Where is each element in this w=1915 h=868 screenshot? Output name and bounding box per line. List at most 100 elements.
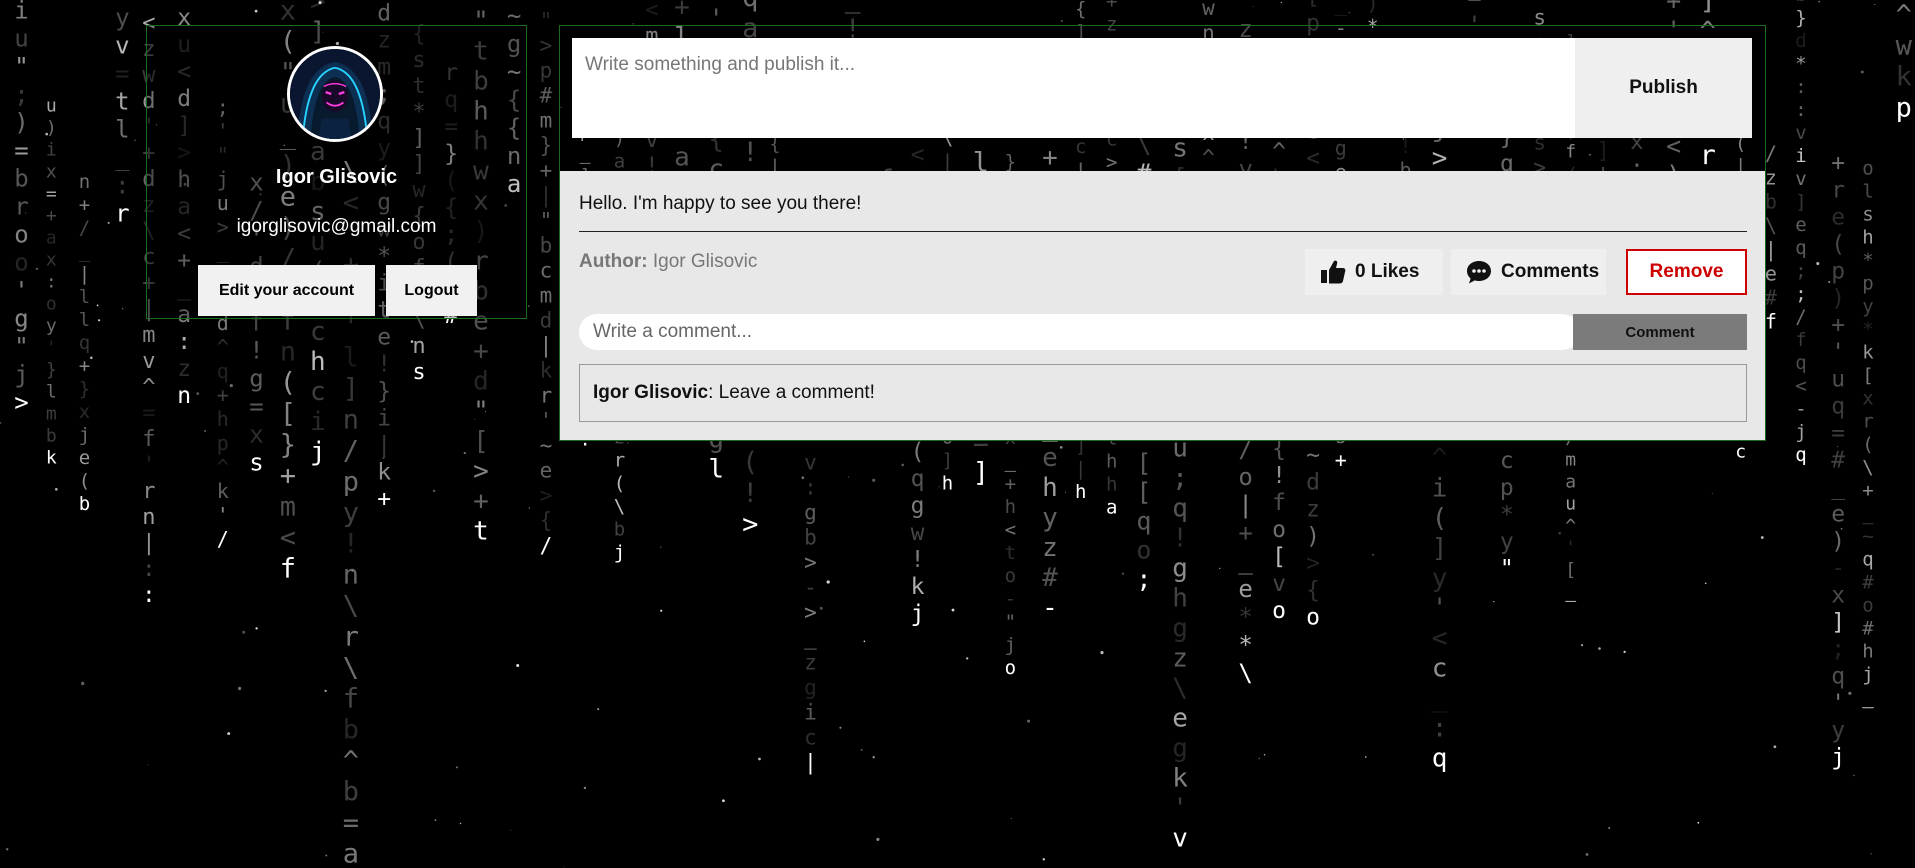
- matrix-glyph: h: [1172, 583, 1188, 613]
- matrix-glyph: v: [1795, 168, 1806, 190]
- star-dot: [254, 9, 258, 13]
- matrix-glyph: ]: [1831, 609, 1845, 635]
- matrix-glyph: ^: [1565, 515, 1576, 536]
- matrix-glyph: k: [46, 447, 57, 468]
- matrix-glyph: b: [804, 525, 817, 549]
- matrix-glyph: l: [46, 381, 57, 402]
- matrix-glyph: ": [473, 396, 489, 426]
- matrix-glyph: j: [1831, 744, 1845, 770]
- matrix-glyph: i: [310, 407, 326, 437]
- matrix-glyph: o: [1272, 517, 1286, 543]
- star-dot: [528, 507, 530, 509]
- matrix-glyph: =: [1467, 0, 1481, 11]
- matrix-glyph: b: [14, 165, 28, 193]
- star-dot: [1010, 818, 1012, 820]
- comment-text: Leave a comment!: [713, 382, 875, 403]
- matrix-glyph: (: [1862, 434, 1873, 456]
- matrix-glyph: <: [1432, 623, 1448, 653]
- star-dot: [227, 732, 231, 736]
- matrix-glyph: w: [1896, 31, 1913, 62]
- matrix-glyph: =: [343, 808, 359, 839]
- matrix-glyph: *: [1862, 250, 1873, 272]
- matrix-glyph: !: [911, 547, 925, 573]
- matrix-glyph: j: [1795, 421, 1806, 443]
- star-dot: [54, 487, 58, 491]
- star-dot: [1874, 3, 1876, 6]
- logout-button[interactable]: Logout: [386, 265, 477, 316]
- matrix-glyph: /: [540, 534, 553, 558]
- matrix-glyph: ): [46, 117, 57, 138]
- matrix-glyph: ]: [973, 458, 989, 489]
- matrix-glyph: n: [343, 405, 359, 436]
- matrix-glyph: k: [1862, 342, 1874, 364]
- matrix-glyph: #: [1765, 286, 1777, 310]
- matrix-glyph: p: [1862, 273, 1873, 295]
- matrix-glyph: +: [217, 383, 229, 407]
- matrix-glyph: [: [280, 398, 296, 429]
- matrix-glyph: ): [14, 109, 28, 137]
- matrix-glyph: (: [1831, 231, 1845, 257]
- hooded-neon-mask-avatar-icon: [290, 49, 380, 139]
- star-dot: [516, 663, 520, 668]
- profile-name: Igor Glisovic: [275, 166, 398, 188]
- matrix-glyph: ~: [1862, 526, 1873, 548]
- matrix-glyph: (: [742, 447, 758, 478]
- matrix-glyph: +: [1005, 473, 1016, 495]
- matrix-glyph: s: [1862, 204, 1873, 226]
- comments-button[interactable]: Comments: [1451, 249, 1606, 295]
- matrix-glyph: ): [1831, 528, 1845, 554]
- matrix-glyph: (: [911, 439, 925, 465]
- matrix-glyph: /: [217, 527, 229, 551]
- matrix-glyph: e: [1831, 204, 1845, 230]
- matrix-glyph: -: [1831, 555, 1845, 581]
- matrix-glyph: <: [645, 0, 658, 23]
- matrix-glyph: }: [1795, 7, 1806, 29]
- matrix-glyph: l: [79, 286, 90, 308]
- matrix-glyph: q: [1172, 493, 1188, 523]
- matrix-glyph: ;: [1795, 260, 1806, 282]
- matrix-glyph: [: [1862, 365, 1873, 387]
- matrix-glyph: }: [540, 134, 553, 158]
- matrix-glyph: >: [1306, 550, 1320, 576]
- matrix-glyph: r: [1831, 177, 1845, 203]
- matrix-glyph: v: [1795, 122, 1806, 144]
- matrix-glyph: u: [14, 25, 28, 53]
- matrix-glyph: x: [79, 401, 90, 423]
- matrix-glyph: ;: [1795, 283, 1806, 305]
- matrix-glyph: o: [1005, 565, 1016, 587]
- matrix-glyph: t: [473, 516, 489, 546]
- star-dot: [819, 606, 823, 610]
- star-dot: [81, 681, 85, 686]
- post-composer-input[interactable]: [572, 38, 1575, 138]
- matrix-glyph: s: [412, 360, 425, 385]
- matrix-glyph: ': [46, 337, 57, 358]
- matrix-glyph: q: [1831, 663, 1845, 689]
- comment-input[interactable]: [579, 314, 1580, 350]
- matrix-glyph: !: [249, 337, 263, 365]
- matrix-glyph: #: [1862, 572, 1874, 594]
- matrix-glyph: h: [1862, 641, 1873, 663]
- star-dot: [1061, 20, 1063, 22]
- star-dot: [107, 221, 110, 224]
- matrix-glyph: >: [804, 600, 817, 624]
- star-dot: [1580, 644, 1584, 647]
- edit-account-button[interactable]: Edit your account: [198, 265, 375, 316]
- remove-post-button[interactable]: Remove: [1626, 249, 1747, 295]
- star-dot: [238, 686, 242, 691]
- matrix-glyph: i: [14, 0, 28, 25]
- matrix-glyph: -: [1042, 593, 1058, 623]
- thumbs-up-icon: [1321, 260, 1346, 284]
- star-dot: [1348, 12, 1350, 14]
- star-dot: [96, 304, 99, 307]
- star-dot: [459, 822, 462, 825]
- matrix-glyph: l: [1862, 181, 1873, 203]
- like-button[interactable]: 0 Likes: [1305, 249, 1443, 295]
- publish-button[interactable]: Publish: [1575, 38, 1752, 138]
- submit-comment-button[interactable]: Comment: [1573, 314, 1747, 350]
- matrix-glyph: [: [1306, 0, 1320, 9]
- matrix-glyph: n: [142, 505, 155, 530]
- star-dot: [1760, 536, 1764, 539]
- matrix-glyph: q: [1136, 507, 1151, 536]
- comments-label: Comments: [1501, 261, 1600, 282]
- matrix-glyph: ^: [1432, 443, 1448, 473]
